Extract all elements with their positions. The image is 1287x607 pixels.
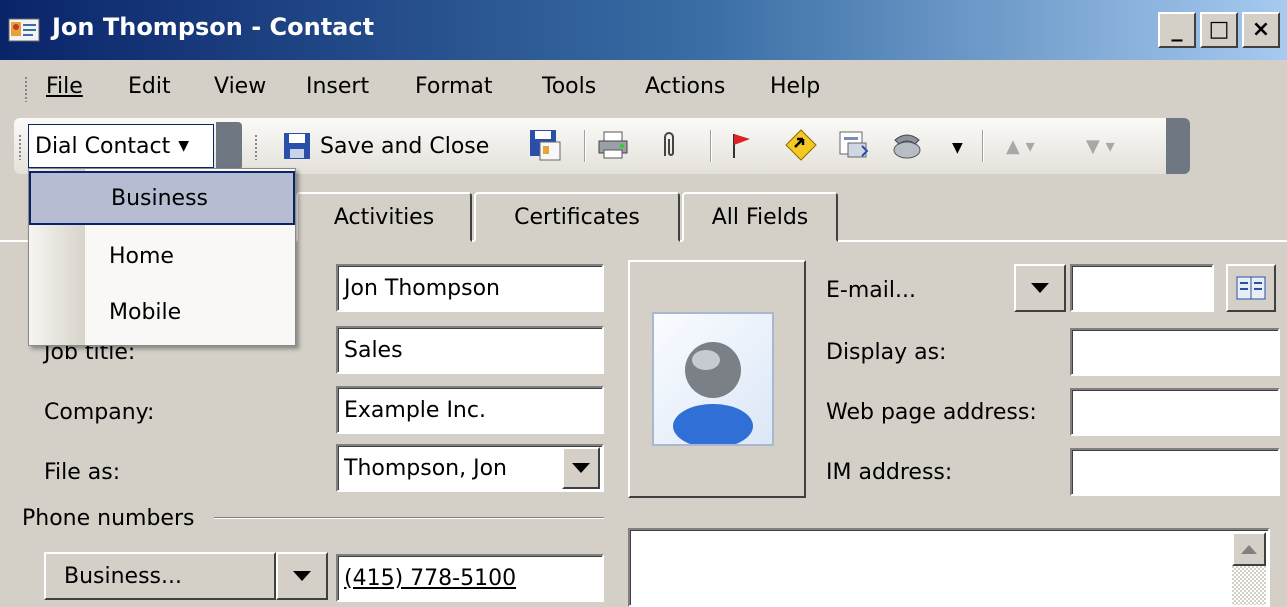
chevron-down-icon xyxy=(293,571,311,581)
file-as-dropdown-button[interactable] xyxy=(562,447,600,489)
chevron-down-icon[interactable]: ▼ xyxy=(952,140,963,156)
phone-numbers-group-label: Phone numbers xyxy=(22,506,195,531)
email-label[interactable]: E-mail... xyxy=(826,278,916,303)
print-icon[interactable] xyxy=(596,128,630,162)
phone-number-value: (415) 778-5100 xyxy=(344,565,517,591)
chevron-up-icon xyxy=(1241,544,1257,554)
address-book-button[interactable] xyxy=(1226,264,1276,312)
menu-grip[interactable] xyxy=(24,76,28,102)
minimize-button[interactable]: _ xyxy=(1158,12,1196,48)
email-dropdown-button[interactable] xyxy=(1014,264,1066,312)
phone-type-dropdown-button[interactable] xyxy=(276,552,328,600)
paperclip-icon[interactable] xyxy=(652,128,686,162)
dial-contact-button[interactable]: Dial Contact ▼ xyxy=(28,124,214,168)
title-bar: Jon Thompson - Contact _ □ × xyxy=(0,0,1287,60)
menu-bar: File Edit View Insert Format Tools Actio… xyxy=(0,60,1287,116)
job-title-field[interactable]: Sales xyxy=(336,326,604,374)
toolbar-overflow-1[interactable] xyxy=(216,122,242,170)
display-as-field[interactable] xyxy=(1070,328,1280,376)
address-book-icon xyxy=(1236,276,1266,300)
notes-scrollbar[interactable] xyxy=(1232,532,1266,605)
menu-item-mobile[interactable]: Mobile xyxy=(29,285,295,339)
menu-item-home[interactable]: Home xyxy=(29,229,295,283)
menu-item-business[interactable]: Business xyxy=(29,171,295,225)
display-as-label: Display as: xyxy=(826,340,947,365)
web-page-address-field[interactable] xyxy=(1070,388,1280,436)
contact-picture-frame xyxy=(652,312,774,448)
toolbar-grip-2[interactable] xyxy=(254,134,258,160)
toolbar-separator xyxy=(982,130,984,162)
save-and-close-label: Save and Close xyxy=(320,133,490,159)
person-silhouette-icon xyxy=(673,342,753,448)
save-and-close-button[interactable]: Save and Close xyxy=(282,128,489,164)
menu-file[interactable]: File xyxy=(46,74,83,99)
chevron-down-icon: ▼ xyxy=(178,138,190,154)
im-address-label: IM address: xyxy=(826,460,953,485)
display-map-icon[interactable] xyxy=(836,128,870,162)
phone-number-field[interactable]: (415) 778-5100 xyxy=(336,554,604,602)
menu-tools[interactable]: Tools xyxy=(542,74,596,99)
group-divider xyxy=(214,517,604,519)
full-name-field[interactable]: Jon Thompson xyxy=(336,264,604,312)
company-label: Company: xyxy=(44,400,155,425)
chevron-down-icon xyxy=(1031,283,1049,293)
phone-type-button[interactable]: Business... xyxy=(44,552,276,600)
menu-edit[interactable]: Edit xyxy=(128,74,171,99)
file-as-label: File as: xyxy=(44,460,121,485)
toolbar-separator xyxy=(710,130,712,162)
menu-actions[interactable]: Actions xyxy=(645,74,725,99)
contact-card-icon xyxy=(8,18,40,42)
im-address-field[interactable] xyxy=(1070,448,1280,496)
menu-view[interactable]: View xyxy=(214,74,266,99)
tab-all-fields[interactable]: All Fields xyxy=(682,192,838,242)
floppy-disk-icon xyxy=(284,133,310,159)
contact-picture-button[interactable] xyxy=(628,260,806,498)
menu-insert[interactable]: Insert xyxy=(306,74,369,99)
menu-file-label: File xyxy=(46,74,83,99)
tab-certificates[interactable]: Certificates xyxy=(474,192,680,242)
web-page-address-label: Web page address: xyxy=(826,400,1037,425)
close-button[interactable]: × xyxy=(1242,12,1280,48)
dial-contact-label: Dial Contact xyxy=(35,133,171,159)
telephone-icon[interactable] xyxy=(890,128,924,162)
previous-item-icon[interactable]: ▲ ▾ xyxy=(1006,136,1035,157)
window-title: Jon Thompson - Contact xyxy=(52,13,375,41)
toolbar-grip[interactable] xyxy=(18,134,22,160)
toolbar-separator xyxy=(584,130,586,162)
toolbar-overflow-2[interactable] xyxy=(1166,118,1190,174)
notes-textarea[interactable] xyxy=(628,528,1270,607)
email-field[interactable] xyxy=(1070,264,1214,312)
chevron-down-icon xyxy=(572,463,590,473)
map-address-icon[interactable] xyxy=(784,128,818,162)
dial-contact-dropdown-menu: Business Home Mobile xyxy=(28,168,296,346)
menu-format[interactable]: Format xyxy=(415,74,493,99)
maximize-button[interactable]: □ xyxy=(1200,12,1238,48)
menu-help[interactable]: Help xyxy=(770,74,820,99)
tab-activities[interactable]: Activities xyxy=(296,192,472,242)
company-field[interactable]: Example Inc. xyxy=(336,386,604,434)
save-as-vcard-icon[interactable] xyxy=(528,128,562,162)
follow-up-flag-icon[interactable] xyxy=(724,128,758,162)
scroll-up-button[interactable] xyxy=(1232,532,1266,566)
next-item-icon[interactable]: ▼ ▾ xyxy=(1086,136,1115,157)
